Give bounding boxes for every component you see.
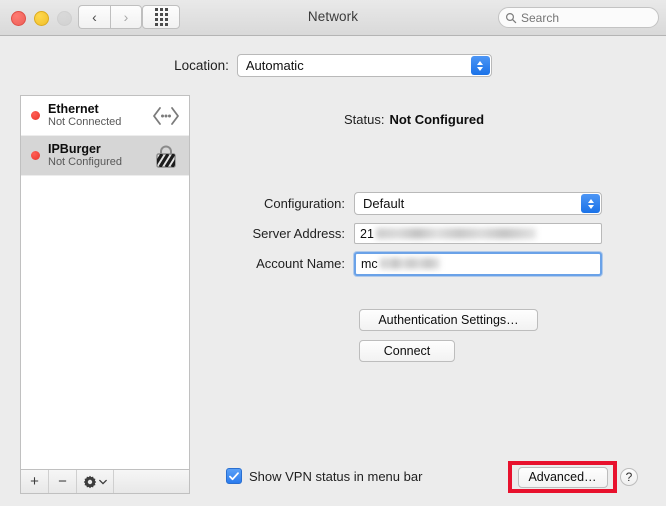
service-action-button[interactable]	[77, 470, 114, 493]
advanced-button[interactable]: Advanced…	[517, 466, 608, 488]
service-status: Not Configured	[48, 156, 122, 169]
sidebar-item-ethernet[interactable]: Ethernet Not Connected	[21, 96, 189, 136]
network-preferences-window: ‹ › Network Location: Automatic	[0, 0, 666, 506]
service-name: IPBurger	[48, 141, 101, 156]
advanced-button-highlight: Advanced…	[508, 461, 617, 493]
vpn-lock-icon	[151, 141, 181, 171]
redacted-account-name	[379, 258, 440, 269]
ethernet-icon	[151, 101, 181, 131]
search-field[interactable]	[498, 7, 659, 28]
location-popup-button[interactable]: Automatic	[236, 54, 492, 77]
service-list[interactable]: Ethernet Not Connected IPBurger Not Conf…	[20, 95, 190, 470]
service-list-toolbar: + −	[20, 470, 190, 494]
server-address-field[interactable]: 21	[354, 223, 602, 244]
question-mark-icon: ?	[625, 470, 633, 484]
chevron-updown-icon	[470, 56, 490, 75]
service-text: IPBurger Not Configured	[48, 142, 151, 169]
location-row: Location: Automatic	[0, 54, 666, 77]
search-icon	[505, 12, 517, 23]
status-label: Status:	[343, 112, 385, 127]
account-name-field[interactable]: mc	[354, 251, 602, 276]
connect-button[interactable]: Connect	[359, 340, 455, 362]
location-value: Automatic	[245, 58, 304, 73]
configuration-row: Configuration: Default	[226, 192, 602, 215]
status-row: Status: Not Configured	[190, 112, 638, 127]
account-name-row: Account Name: mc	[226, 251, 602, 276]
action-button-column: Authentication Settings… Connect	[359, 309, 538, 371]
show-vpn-status-checkbox[interactable]	[226, 468, 242, 484]
status-dot-icon	[31, 151, 40, 160]
authentication-settings-button[interactable]: Authentication Settings…	[359, 309, 538, 331]
remove-service-button[interactable]: −	[49, 470, 77, 493]
configuration-value: Default	[363, 196, 405, 211]
server-address-value: 21	[360, 226, 374, 241]
gear-icon	[83, 475, 97, 488]
minus-icon: −	[58, 473, 67, 490]
account-name-label: Account Name:	[256, 256, 345, 271]
sidebar-item-ipburger[interactable]: IPBurger Not Configured	[21, 136, 189, 176]
service-name: Ethernet	[48, 101, 99, 116]
service-status: Not Connected	[48, 116, 122, 129]
chevron-down-icon	[99, 479, 107, 485]
status-dot-icon	[31, 111, 40, 120]
account-name-value: mc	[361, 256, 378, 271]
vpn-form: Configuration: Default Server Address: 2…	[226, 192, 602, 282]
configuration-label: Configuration:	[264, 196, 345, 211]
search-input[interactable]	[521, 10, 651, 25]
show-vpn-status-label: Show VPN status in menu bar	[249, 468, 423, 484]
show-vpn-status-row[interactable]: Show VPN status in menu bar	[226, 468, 422, 484]
service-text: Ethernet Not Connected	[48, 102, 151, 129]
server-address-row: Server Address: 21	[226, 222, 602, 245]
add-service-button[interactable]: +	[21, 470, 49, 493]
location-label: Location:	[174, 58, 229, 73]
chevron-updown-icon	[581, 194, 600, 213]
status-value: Not Configured	[389, 112, 485, 127]
window-titlebar: ‹ › Network	[0, 0, 666, 36]
redacted-server-address	[375, 228, 536, 239]
plus-icon: +	[30, 473, 39, 490]
server-address-label: Server Address:	[252, 226, 346, 241]
configuration-popup-button[interactable]: Default	[354, 192, 602, 215]
help-button[interactable]: ?	[620, 468, 638, 486]
checkmark-icon	[229, 471, 239, 480]
